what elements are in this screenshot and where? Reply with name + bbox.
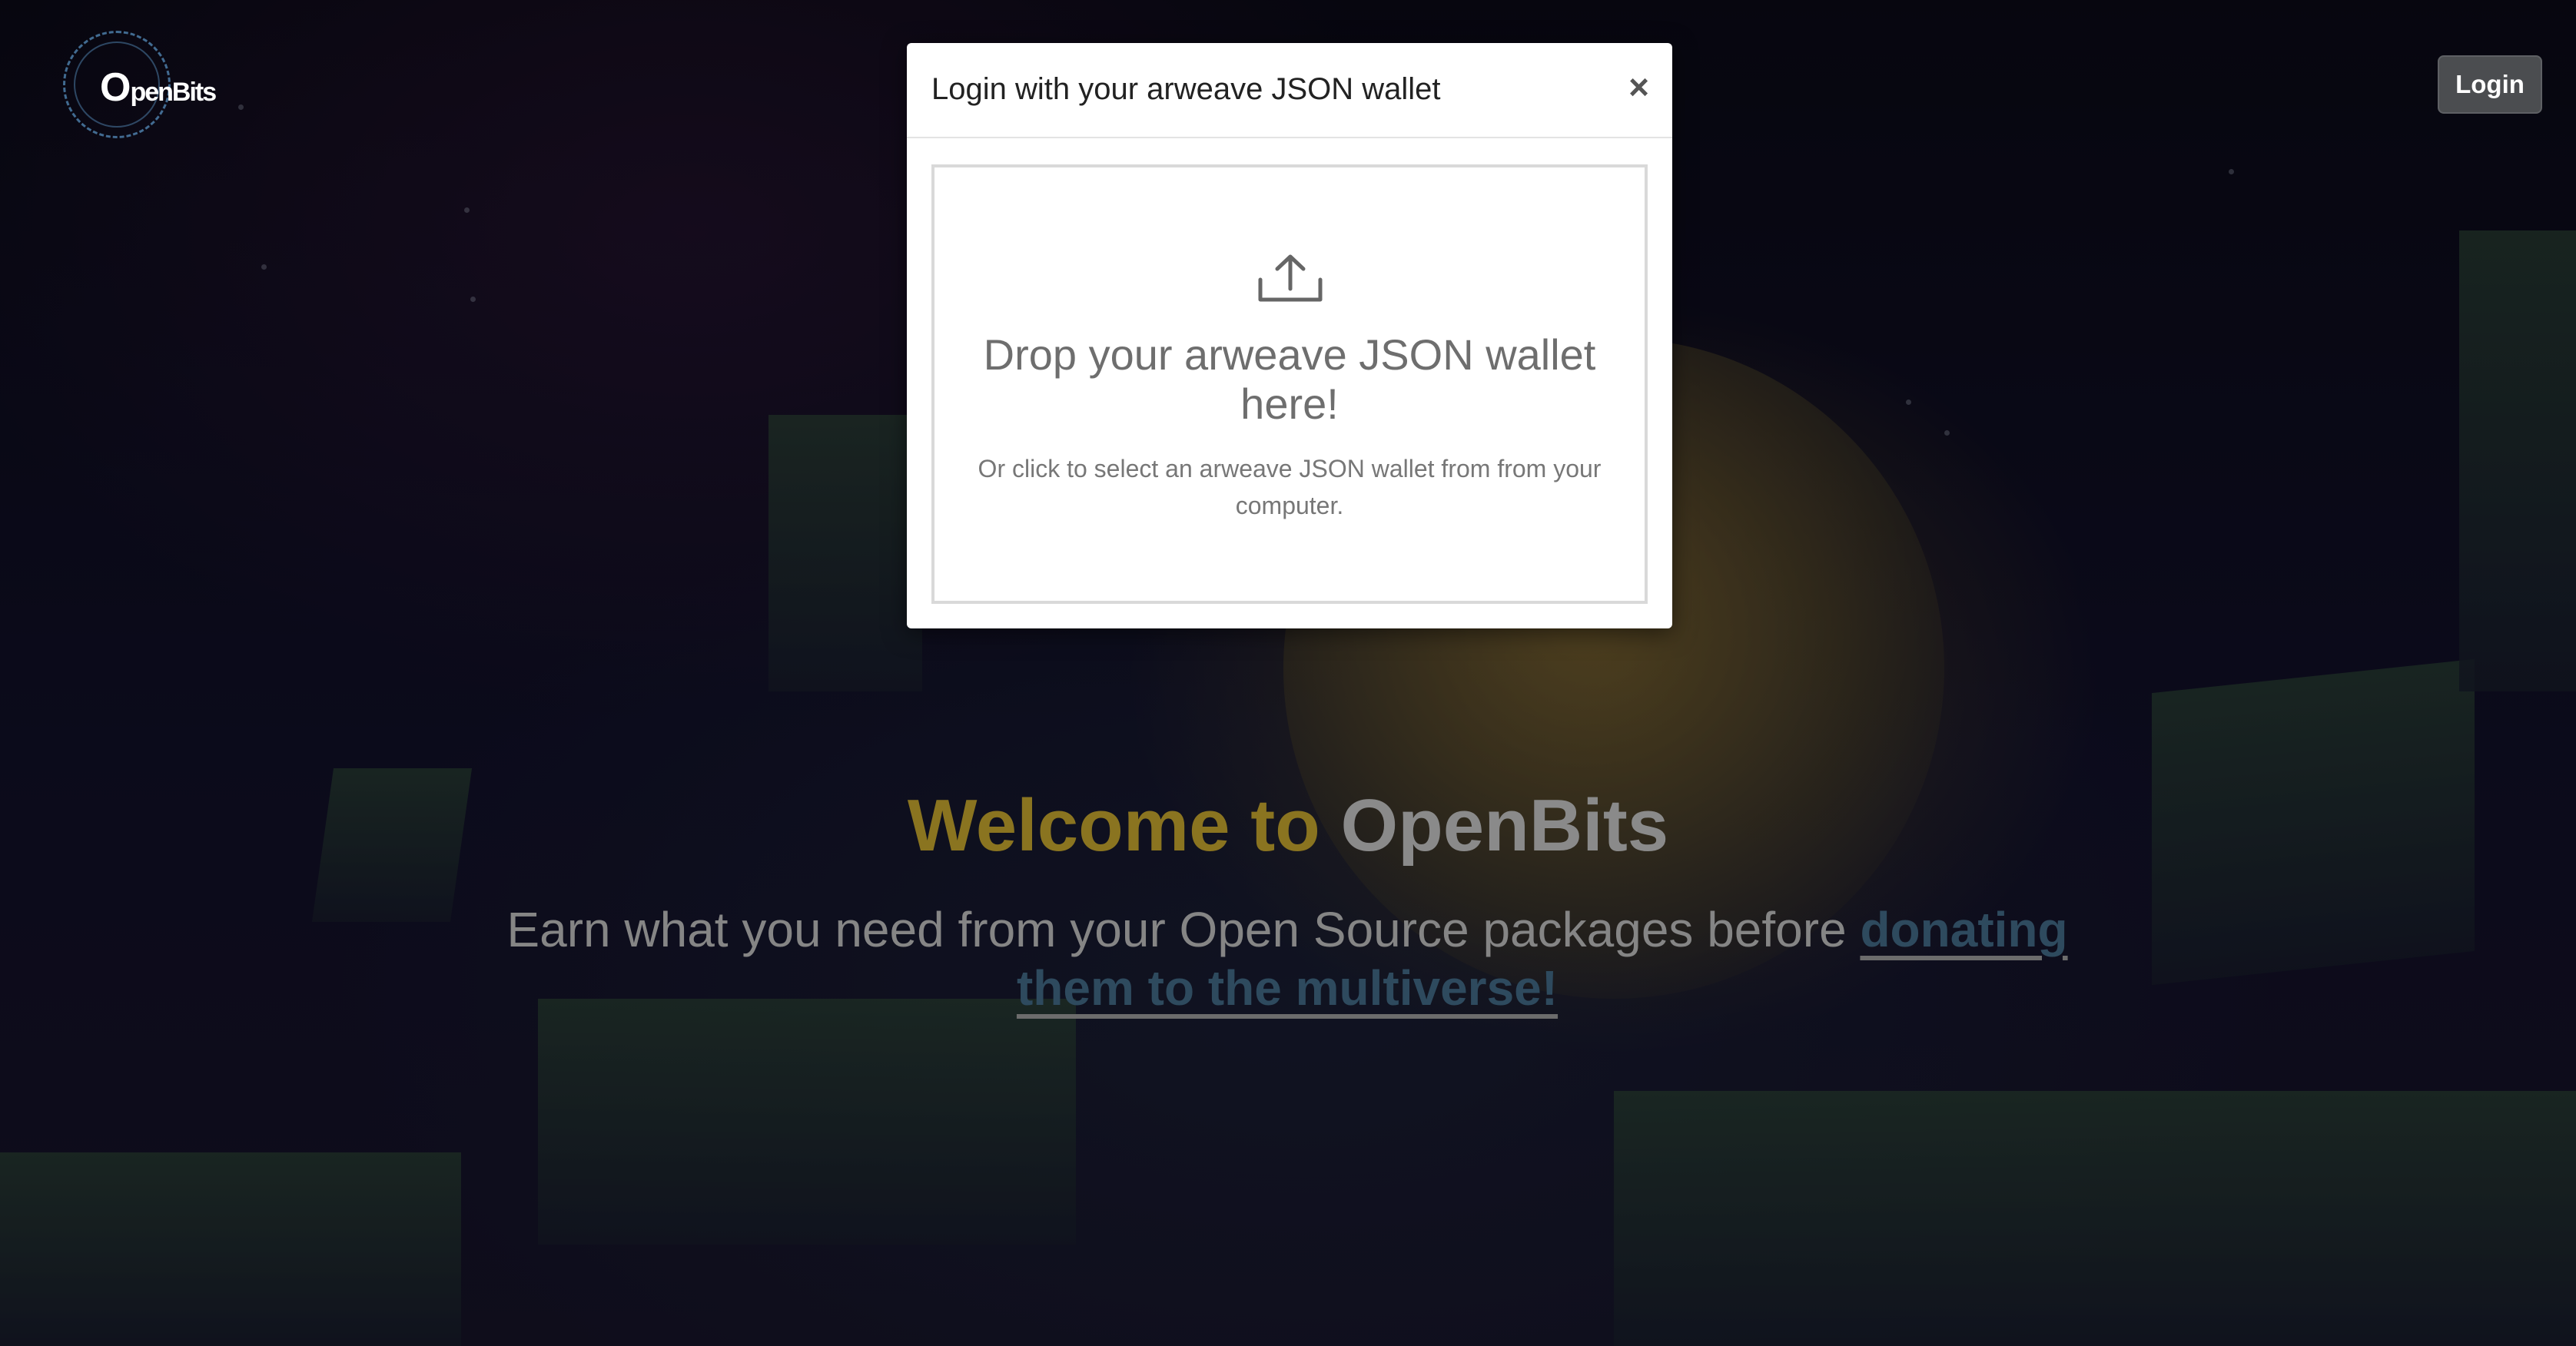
modal-header: Login with your arweave JSON wallet × [907,43,1672,138]
dropzone-subtitle: Or click to select an arweave JSON walle… [978,455,1602,519]
login-button[interactable]: Login [2438,55,2542,114]
wallet-dropzone[interactable]: Drop your arweave JSON wallet here! Or c… [931,164,1648,604]
hero-subtitle: Earn what you need from your Open Source… [492,900,2083,1017]
logo-wordmark: OpenBits [100,65,217,110]
dropzone-title: Drop your arweave JSON wallet here! [983,330,1596,428]
hero-title: Welcome to OpenBits [0,784,2576,868]
hero-title-prefix: Welcome to [907,784,1320,867]
openbits-logo[interactable]: OpenBits [63,28,217,143]
modal-title: Login with your arweave JSON wallet [931,72,1441,106]
hero-title-brand: OpenBits [1340,784,1669,867]
login-modal: Login with your arweave JSON wallet × Dr… [907,43,1672,628]
close-icon[interactable]: × [1628,69,1649,104]
upload-icon [1258,254,1323,302]
hero-subtitle-text: Earn what you need from your Open Source… [506,902,1847,957]
